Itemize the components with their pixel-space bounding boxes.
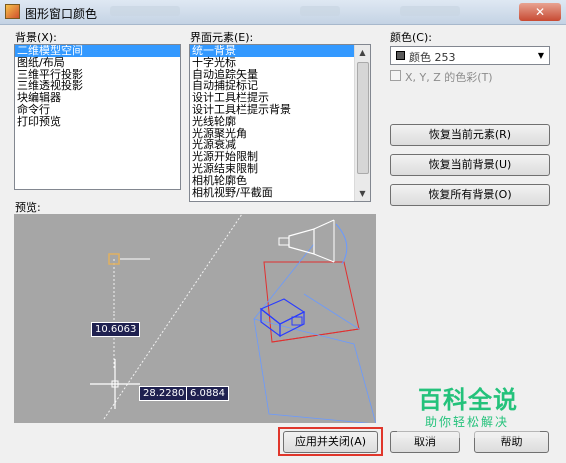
color-dropdown[interactable]: 颜色 253 ▼	[390, 46, 550, 65]
list-item[interactable]: 相机视野/平截面	[190, 186, 354, 199]
restore-background-button[interactable]: 恢复当前背景(U)	[390, 154, 550, 176]
elements-scrollbar[interactable]: ▲ ▼	[354, 45, 370, 201]
scroll-up-icon[interactable]: ▲	[355, 45, 370, 60]
close-icon[interactable]: ✕	[519, 3, 561, 21]
watermark-title: 百科全说	[418, 386, 518, 414]
highlight-box	[278, 427, 383, 456]
scroll-thumb[interactable]	[357, 62, 369, 174]
restore-element-button[interactable]: 恢复当前元素(R)	[390, 124, 550, 146]
coordinate-readout: 6.0884	[186, 386, 229, 401]
blurred-background-text	[110, 6, 180, 16]
scroll-down-icon[interactable]: ▼	[355, 186, 370, 201]
list-item[interactable]: 相机轮廓色	[190, 174, 354, 187]
coordinate-readout: 28.2280	[139, 386, 189, 401]
list-item[interactable]: 设计工具栏提示背景	[190, 104, 354, 116]
blurred-background-text	[400, 6, 460, 16]
dialog-window: 图形窗口颜色 ✕ 背景(X): 二维模型空间 图纸/布局 三维平行投影 三维透视投影块…	[0, 0, 566, 463]
restore-all-button[interactable]: 恢复所有背景(O)	[390, 184, 550, 206]
blurred-background-text	[300, 6, 340, 16]
color-swatch	[396, 51, 405, 60]
background-listbox[interactable]: 二维模型空间 图纸/布局 三维平行投影 三维透视投影 块编辑器 命令行 打印预览	[14, 44, 181, 190]
app-icon	[5, 4, 20, 19]
xyz-tint-label: X, Y, Z 的色彩(T)	[405, 71, 493, 84]
list-item[interactable]: 光线轮廓	[190, 115, 354, 128]
coordinate-readout: 10.6063	[91, 322, 141, 337]
title-bar: 图形窗口颜色 ✕	[0, 0, 566, 25]
elements-listbox[interactable]: 统一背景 十字光标 自动追踪矢量 自动捕捉标记 设计工具栏提示 设计工具栏提示背景 光线轮廓…	[189, 44, 371, 202]
watermark-subtitle: 助你轻松解决	[425, 415, 510, 429]
list-item[interactable]: 打印预览	[15, 115, 180, 128]
list-item[interactable]: 十字光标	[190, 56, 354, 69]
window-title: 图形窗口颜色	[25, 7, 98, 21]
elements-label: 界面元素(E):	[190, 31, 254, 44]
preview-label: 预览:	[15, 201, 41, 214]
color-label: 颜色(C):	[390, 31, 432, 44]
list-item[interactable]: 图纸/布局	[15, 56, 180, 69]
preview-canvas: 10.6063 28.2280 6.0884	[14, 214, 376, 423]
color-value: 颜色 253	[409, 51, 456, 64]
chevron-down-icon[interactable]: ▼	[533, 47, 549, 64]
background-label: 背景(X):	[15, 31, 57, 44]
xyz-tint-checkbox[interactable]	[390, 70, 401, 81]
list-item[interactable]: 命令行	[15, 104, 180, 116]
list-item[interactable]: 光源结束限制	[190, 163, 354, 175]
